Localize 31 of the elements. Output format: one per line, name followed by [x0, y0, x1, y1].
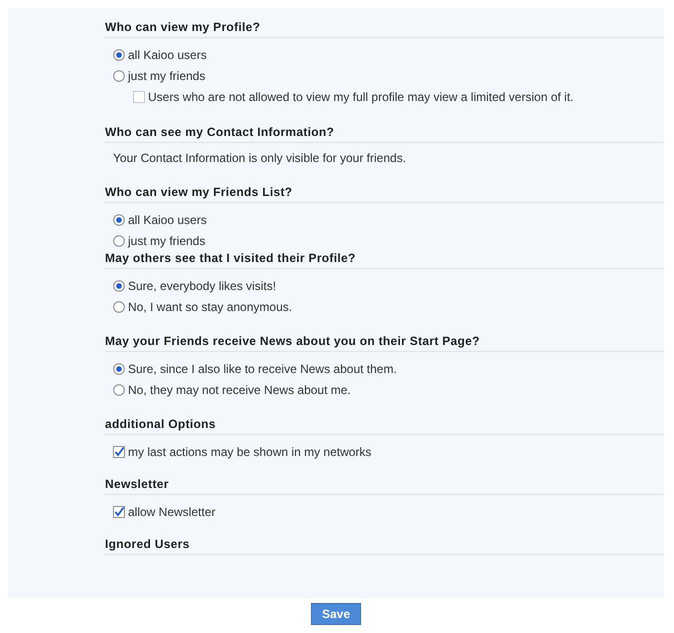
option-label: just my friends [128, 234, 206, 248]
section-heading: Newsletter [105, 477, 664, 495]
option-label: No, they may not receive News about me. [128, 382, 351, 396]
section-heading: Ignored Users [105, 537, 664, 555]
section-heading: Who can view my Profile? [105, 20, 664, 38]
section-heading: May your Friends receive News about you on their Start Page? [105, 334, 664, 352]
radio-button[interactable] [113, 280, 125, 292]
radio-button[interactable] [113, 48, 125, 60]
info-text: Your Contact Information is only visible for your friends. [113, 151, 408, 165]
radio-button[interactable] [113, 234, 125, 246]
option-label: my last actions may be shown in my networks [128, 444, 372, 458]
section-heading: additional Options [105, 417, 664, 435]
option-label: Sure, everybody likes visits! [128, 278, 276, 292]
section-heading: May others see that I visited their Profile? [105, 251, 664, 269]
option-label: Users who are not allowed to view my full profile may view a limited version of it. [148, 90, 574, 104]
option-label: Sure, since I also like to receive News about them. [128, 362, 397, 376]
option-label: allow Newsletter [128, 504, 216, 518]
radio-button[interactable] [113, 214, 125, 226]
option-label: all Kaioo users [128, 212, 207, 226]
option-label: just my friends [128, 68, 206, 82]
checkbox[interactable] [113, 506, 125, 518]
radio-button[interactable] [113, 70, 125, 82]
radio-button[interactable] [113, 384, 125, 396]
section-heading: Who can view my Friends List? [105, 185, 664, 203]
radio-button[interactable] [113, 362, 125, 374]
option-label: all Kaioo users [128, 48, 207, 62]
save-button[interactable]: Save [310, 603, 362, 625]
radio-button[interactable] [113, 300, 125, 312]
checkbox[interactable] [113, 446, 125, 458]
section-heading: Who can see my Contact Information? [105, 125, 664, 143]
option-label: No, I want so stay anonymous. [128, 300, 292, 314]
